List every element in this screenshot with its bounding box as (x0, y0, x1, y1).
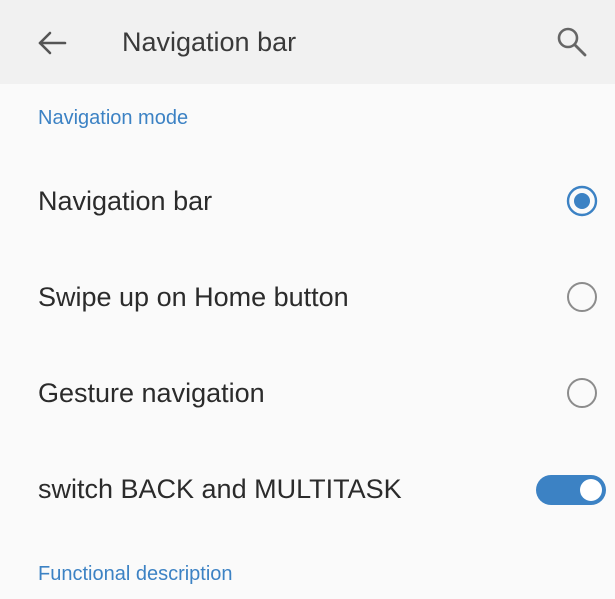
app-toolbar: Navigation bar (0, 0, 615, 84)
arrow-left-icon (38, 31, 67, 55)
option-label: Navigation bar (38, 186, 213, 216)
search-icon (557, 27, 587, 57)
option-gesture-navigation[interactable]: Gesture navigation (0, 345, 615, 441)
option-navigation-bar[interactable]: Navigation bar (0, 153, 615, 249)
navigation-bar-settings-screen: Navigation bar Navigation mode Navigatio… (0, 0, 615, 599)
option-label: Swipe up on Home button (38, 282, 349, 312)
page-title: Navigation bar (122, 27, 297, 57)
radio-selected-icon[interactable] (566, 185, 598, 217)
switch-label: switch BACK and MULTITASK (38, 474, 402, 504)
switch-back-multitask-row[interactable]: switch BACK and MULTITASK (0, 441, 615, 537)
radio-unselected-icon[interactable] (566, 377, 598, 409)
radio-unselected-icon[interactable] (566, 281, 598, 313)
section-header-navigation-mode: Navigation mode (38, 107, 189, 129)
toggle-switch[interactable] (536, 475, 606, 505)
section-header-functional-description: Functional description (38, 563, 233, 585)
back-button[interactable] (36, 27, 68, 59)
search-button[interactable] (555, 25, 589, 59)
option-label: Gesture navigation (38, 378, 265, 408)
option-swipe-up-home[interactable]: Swipe up on Home button (0, 249, 615, 345)
